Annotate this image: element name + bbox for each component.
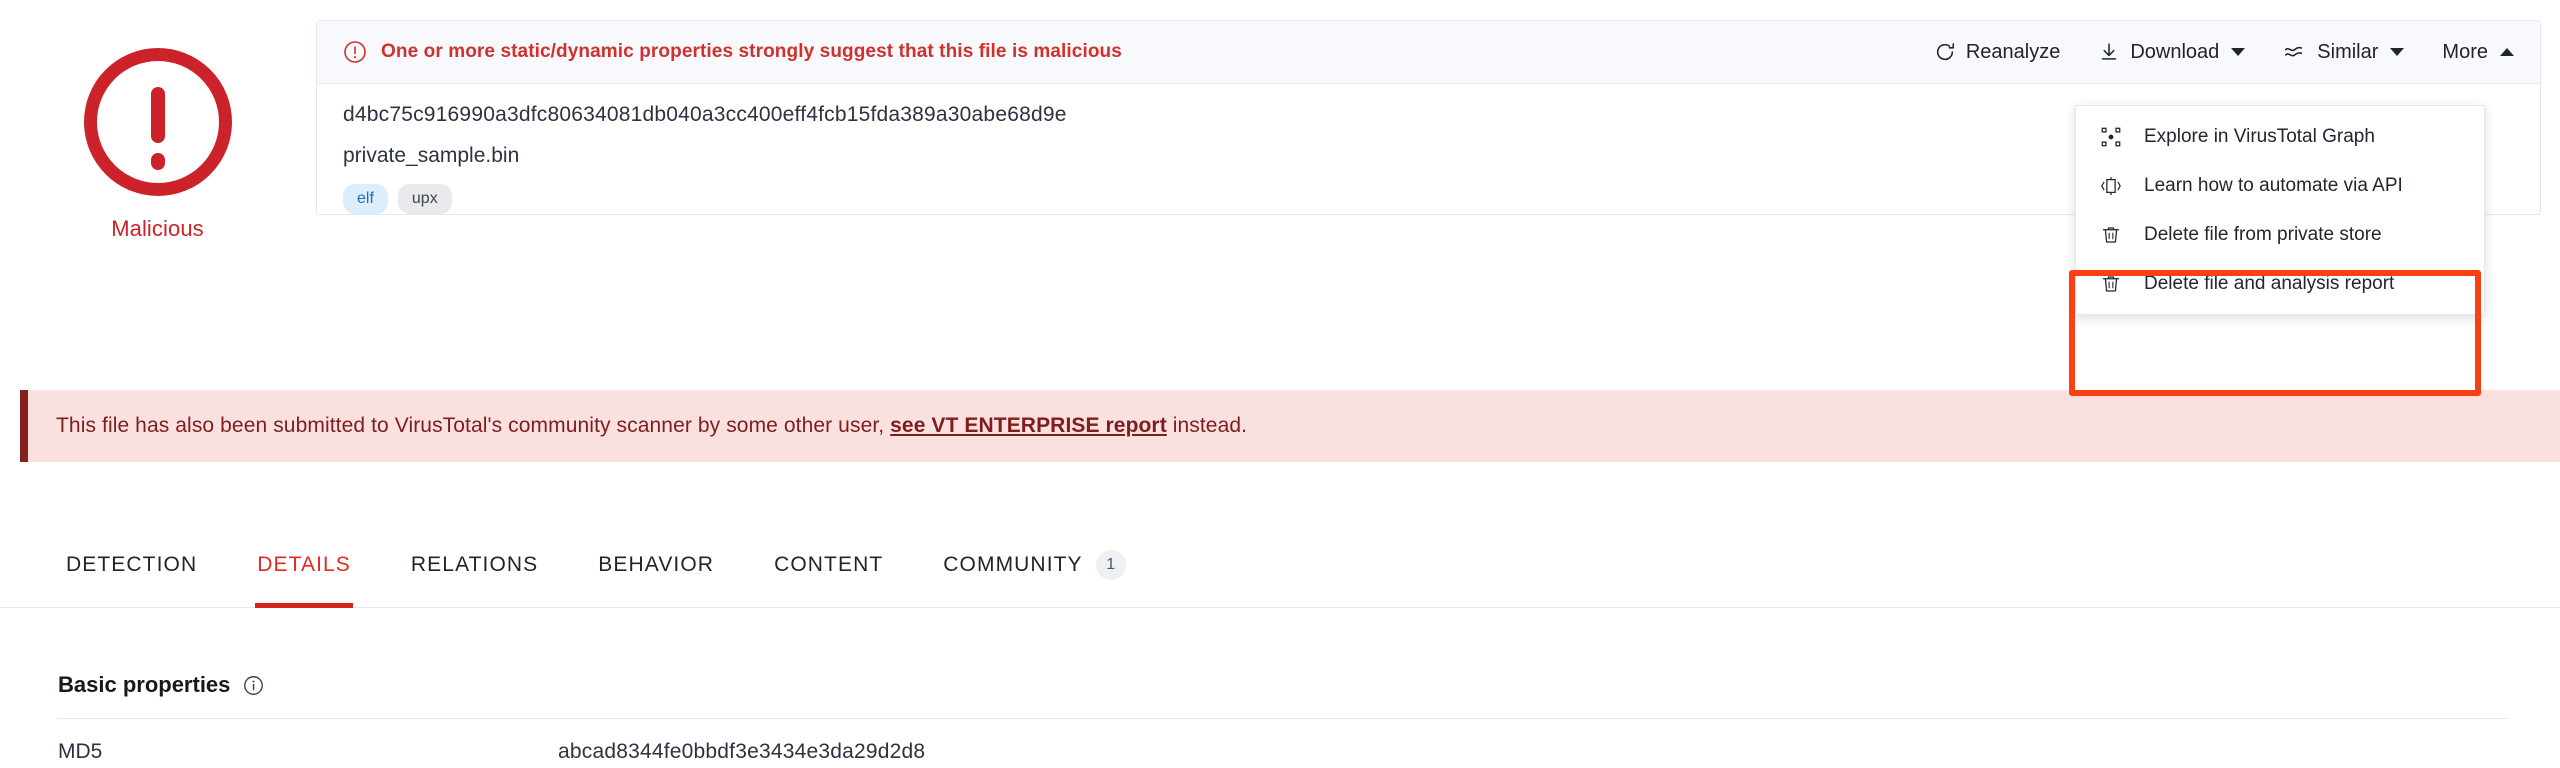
basic-properties-title: Basic properties [58,672,264,698]
more-label: More [2442,40,2488,63]
download-label: Download [2130,40,2220,63]
trash-icon [2098,273,2124,295]
divider [58,718,2508,719]
warning-circle-icon [344,41,366,63]
tab-label: COMMUNITY [943,553,1083,576]
virustotal-file-report: Malicious One or more static/dynamic pro… [0,0,2560,768]
exclamation-circle-icon [83,48,232,196]
alert-text: One or more static/dynamic properties st… [381,41,1122,62]
section-title-label: Basic properties [58,672,231,697]
trash-icon [2098,224,2124,246]
more-dropdown-menu: Explore in VirusTotal Graph Learn how to… [2075,105,2485,315]
malicious-alert-bar: One or more static/dynamic properties st… [317,21,2540,84]
similar-waves-icon [2285,46,2303,57]
notice-text-after: instead. [1166,414,1248,437]
chevron-down-icon [2231,48,2246,56]
menu-item-learn-api[interactable]: Learn how to automate via API [2076,161,2484,210]
action-toolbar: Reanalyze Download Similar More [1934,41,2514,64]
community-notice-text: This file has also been submitted to Vir… [56,414,1247,438]
community-count-badge: 1 [1095,550,1126,580]
menu-item-delete-private-store[interactable]: Delete file from private store [2076,210,2484,259]
alert-message: One or more static/dynamic properties st… [343,40,1934,64]
reanalyze-button[interactable]: Reanalyze [1934,40,2061,64]
reanalyze-label: Reanalyze [1965,40,2061,63]
menu-item-explore-graph[interactable]: Explore in VirusTotal Graph [2076,112,2484,161]
tab-label: CONTENT [774,553,884,576]
tab-relations[interactable]: RELATIONS [381,522,568,608]
table-row: MD5 abcad8344fe0bbdf3e3434e3da29d2d8 [58,740,2508,764]
report-tabs: DETECTION DETAILS RELATIONS BEHAVIOR CON… [0,522,2560,608]
reanalyze-icon [1936,43,1954,61]
tab-community[interactable]: COMMUNITY 1 [913,522,1155,608]
property-value[interactable]: abcad8344fe0bbdf3e3434e3da29d2d8 [558,740,925,764]
vt-enterprise-report-link[interactable]: see VT ENTERPRISE report [890,414,1167,437]
menu-item-delete-file-and-report[interactable]: Delete file and analysis report [2076,259,2484,308]
verdict-panel: Malicious [35,48,280,242]
tab-detection[interactable]: DETECTION [38,522,227,608]
menu-item-label: Learn how to automate via API [2144,174,2403,196]
download-button[interactable]: Download [2098,40,2246,64]
tab-label: BEHAVIOR [598,553,715,576]
exclamation-bar [150,87,165,143]
tab-details[interactable]: DETAILS [227,522,381,608]
menu-item-label: Delete file from private store [2144,223,2382,245]
notice-text-before: This file has also been submitted to Vir… [56,414,891,437]
chevron-down-icon [2390,48,2405,56]
similar-label: Similar [2317,40,2379,63]
api-connector-icon [2098,175,2124,197]
file-name: private_sample.bin [343,144,520,167]
exclamation-dot [150,153,165,170]
more-button[interactable]: More [2442,41,2514,64]
tab-content[interactable]: CONTENT [744,522,913,608]
tab-label: RELATIONS [410,553,539,576]
file-tags: elf upx [343,184,2256,214]
graph-nodes-icon [2098,126,2124,148]
file-identity: d4bc75c916990a3dfc80634081db040a3cc400ef… [343,104,2256,214]
chevron-up-icon [2500,48,2514,56]
menu-item-label: Delete file and analysis report [2144,272,2395,294]
property-key: MD5 [58,740,103,763]
tab-label: DETECTION [66,553,198,576]
tab-label: DETAILS [257,553,351,576]
similar-button[interactable]: Similar [2283,40,2405,64]
tab-behavior[interactable]: BEHAVIOR [568,522,744,608]
verdict-label: Malicious [111,216,204,241]
file-sha256[interactable]: d4bc75c916990a3dfc80634081db040a3cc400ef… [343,104,2256,125]
file-tag-upx[interactable]: upx [397,184,452,214]
info-icon[interactable] [243,675,264,696]
file-tag-elf[interactable]: elf [343,184,388,214]
community-notice-banner: This file has also been submitted to Vir… [20,390,2560,462]
menu-item-label: Explore in VirusTotal Graph [2144,125,2375,147]
download-icon [2102,43,2117,60]
